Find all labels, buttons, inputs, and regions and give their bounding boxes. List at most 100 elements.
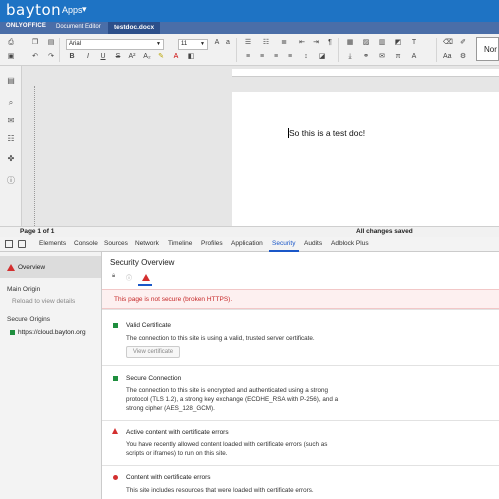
document-canvas: So this is a test doc! bbox=[22, 66, 499, 226]
page-break-icon[interactable]: ⤓ bbox=[346, 53, 354, 61]
paragraph-marks-icon[interactable]: ¶ bbox=[326, 39, 334, 47]
font-color-icon[interactable]: A bbox=[172, 53, 180, 61]
increase-font-icon[interactable]: A bbox=[213, 39, 221, 47]
horizontal-ruler[interactable] bbox=[232, 69, 499, 77]
print-icon[interactable]: ⎙ bbox=[7, 39, 15, 47]
text-art-icon[interactable]: A bbox=[410, 53, 418, 61]
decrease-font-icon[interactable]: a bbox=[224, 39, 232, 47]
shape-icon[interactable]: ◩ bbox=[394, 39, 402, 47]
formatting-toolbar: ⎙ ▣ ❐ ▤ ↶ ↷ Arial ▼ 11 ▼ A a B I U S A² … bbox=[0, 34, 499, 66]
change-case-icon[interactable]: Aa bbox=[443, 53, 452, 61]
overview-label: Overview bbox=[18, 264, 46, 271]
overview-item[interactable]: Overview bbox=[0, 256, 101, 278]
section-body: The connection to this site is using a v… bbox=[126, 335, 315, 342]
save-icon[interactable]: ▣ bbox=[7, 53, 15, 61]
file-icon[interactable]: ▤ bbox=[6, 76, 16, 86]
section-body: The connection to this site is encrypted… bbox=[126, 387, 339, 412]
superscript-button[interactable]: A² bbox=[127, 53, 137, 61]
vertical-ruler[interactable] bbox=[34, 86, 39, 226]
redo-icon[interactable]: ↷ bbox=[47, 53, 55, 61]
equation-icon[interactable]: π bbox=[394, 53, 402, 61]
subscript-button[interactable]: A₂ bbox=[142, 53, 152, 61]
apps-menu[interactable]: Apps bbox=[62, 5, 83, 15]
secure-icon bbox=[113, 323, 118, 328]
bullets-icon[interactable]: ☰ bbox=[244, 39, 252, 47]
chevron-down-icon: ▼ bbox=[200, 41, 205, 47]
settings-icon[interactable]: ⚙ bbox=[459, 53, 467, 61]
secure-icon bbox=[113, 376, 118, 381]
tab-profiles[interactable]: Profiles bbox=[201, 240, 223, 247]
table-icon[interactable]: ▦ bbox=[346, 39, 354, 47]
hyperlink-icon[interactable]: ⚭ bbox=[362, 53, 370, 61]
font-size-select[interactable]: 11 ▼ bbox=[178, 39, 208, 50]
clear-style-icon[interactable]: ⌫ bbox=[443, 39, 453, 47]
section-heading: Secure Connection bbox=[126, 375, 182, 382]
tab-timeline[interactable]: Timeline bbox=[168, 240, 192, 247]
tab-network[interactable]: Network bbox=[135, 240, 159, 247]
origin-link[interactable]: https://cloud.bayton.org bbox=[18, 329, 86, 336]
tab-security[interactable]: Security bbox=[272, 240, 295, 247]
paste-icon[interactable]: ▤ bbox=[47, 39, 55, 47]
summary-indicator bbox=[138, 284, 152, 286]
chevron-down-icon[interactable]: ▾ bbox=[82, 4, 87, 15]
toolbar-divider bbox=[236, 38, 237, 62]
search-icon[interactable]: ⌕ bbox=[6, 98, 16, 108]
tab-sources[interactable]: Sources bbox=[104, 240, 128, 247]
warning-icon bbox=[142, 274, 150, 281]
bold-button[interactable]: B bbox=[68, 53, 76, 61]
comment-icon[interactable]: ✉ bbox=[378, 53, 386, 61]
line-spacing-icon[interactable]: ↕ bbox=[302, 53, 310, 61]
decrease-indent-icon[interactable]: ⇤ bbox=[298, 39, 306, 47]
chevron-down-icon: ▼ bbox=[156, 41, 161, 47]
align-left-icon[interactable]: ≡ bbox=[244, 53, 252, 61]
inspect-icon[interactable] bbox=[5, 240, 13, 248]
content-errors-section: Content with certificate errors This sit… bbox=[102, 465, 499, 499]
section-heading: Content with certificate errors bbox=[126, 474, 211, 481]
devtools-tabbar: Elements Console Sources Network Timelin… bbox=[0, 237, 499, 252]
chart-icon[interactable]: ▥ bbox=[378, 39, 386, 47]
tab-application[interactable]: Application bbox=[231, 240, 263, 247]
info-icon: ⓘ bbox=[126, 276, 133, 282]
chat-icon[interactable]: ☷ bbox=[6, 134, 16, 144]
document-page[interactable]: So this is a test doc! bbox=[232, 92, 499, 226]
app-header: bayton Apps ▾ bbox=[0, 0, 499, 22]
italic-button[interactable]: I bbox=[84, 53, 92, 61]
copy-style-icon[interactable]: ✐ bbox=[459, 39, 467, 47]
document-text[interactable]: So this is a test doc! bbox=[289, 128, 365, 138]
copy-icon[interactable]: ❐ bbox=[31, 39, 39, 47]
status-bar: Page 1 of 1 All changes saved bbox=[0, 226, 499, 237]
style-preview[interactable]: Nor bbox=[476, 37, 499, 61]
error-icon bbox=[113, 475, 118, 480]
comments-icon[interactable]: ✉ bbox=[6, 116, 16, 126]
plugins-icon[interactable]: ✤ bbox=[6, 154, 16, 164]
strikethrough-button[interactable]: S bbox=[114, 53, 122, 61]
tab-adblock-plus[interactable]: Adblock Plus bbox=[331, 240, 369, 247]
textbox-icon[interactable]: T bbox=[410, 39, 418, 47]
multilevel-icon[interactable]: ≣ bbox=[280, 39, 288, 47]
align-right-icon[interactable]: ≡ bbox=[272, 53, 280, 61]
underline-button[interactable]: U bbox=[99, 53, 107, 61]
align-center-icon[interactable]: ≡ bbox=[258, 53, 266, 61]
image-icon[interactable]: ▨ bbox=[362, 39, 370, 47]
tab-audits[interactable]: Audits bbox=[304, 240, 322, 247]
highlight-icon[interactable]: ✎ bbox=[157, 53, 165, 61]
tab-elements[interactable]: Elements bbox=[39, 240, 66, 247]
file-name-tab[interactable]: testdoc.docx bbox=[108, 22, 161, 34]
increase-indent-icon[interactable]: ⇥ bbox=[312, 39, 320, 47]
about-icon[interactable]: ⓘ bbox=[6, 176, 16, 186]
device-toolbar-icon[interactable] bbox=[18, 240, 26, 248]
paragraph-color-icon[interactable]: ◪ bbox=[318, 53, 326, 61]
valid-certificate-section: Valid Certificate The connection to this… bbox=[102, 309, 499, 365]
view-certificate-button[interactable]: View certificate bbox=[126, 346, 180, 358]
reload-hint[interactable]: Reload to view details bbox=[12, 298, 75, 305]
left-sidebar: ▤ ⌕ ✉ ☷ ✤ ⓘ bbox=[0, 66, 22, 226]
brand-logo[interactable]: bayton bbox=[6, 1, 61, 19]
insecure-message: This page is not secure (broken HTTPS). bbox=[114, 296, 233, 303]
numbering-icon[interactable]: ☷ bbox=[262, 39, 270, 47]
justify-icon[interactable]: ≡ bbox=[286, 53, 294, 61]
shading-icon[interactable]: ◧ bbox=[187, 53, 195, 61]
insecure-banner: This page is not secure (broken HTTPS). bbox=[102, 289, 499, 309]
undo-icon[interactable]: ↶ bbox=[31, 53, 39, 61]
font-name-select[interactable]: Arial ▼ bbox=[66, 39, 164, 50]
tab-console[interactable]: Console bbox=[74, 240, 98, 247]
